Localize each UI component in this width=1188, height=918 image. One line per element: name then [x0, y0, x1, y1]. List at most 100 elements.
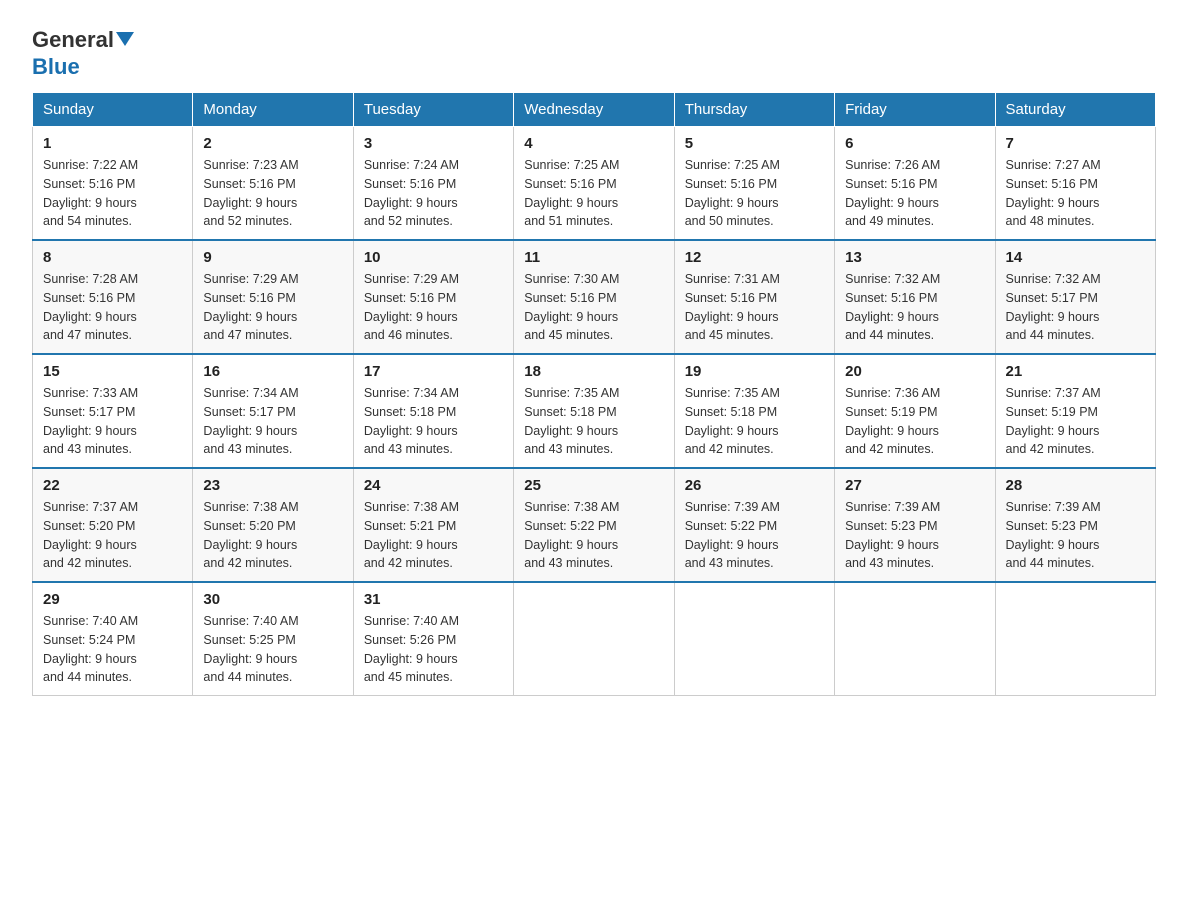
calendar-cell: 3Sunrise: 7:24 AMSunset: 5:16 PMDaylight…: [353, 127, 513, 241]
calendar-cell: 4Sunrise: 7:25 AMSunset: 5:16 PMDaylight…: [514, 127, 674, 241]
day-info: Sunrise: 7:37 AMSunset: 5:19 PMDaylight:…: [1006, 384, 1145, 459]
calendar-cell: 6 Sunrise: 7:26 AMSunset: 5:16 PMDaylight…: [835, 127, 995, 241]
day-number: 18: [524, 363, 663, 380]
day-number: 14: [1006, 249, 1145, 266]
day-info: Sunrise: 7:34 AMSunset: 5:17 PMDaylight:…: [203, 384, 342, 459]
calendar-cell: 24Sunrise: 7:38 AMSunset: 5:21 PMDayligh…: [353, 468, 513, 582]
day-number: 5: [685, 135, 824, 152]
day-number: 16: [203, 363, 342, 380]
day-info: Sunrise: 7:29 AMSunset: 5:16 PMDaylight:…: [203, 270, 342, 345]
calendar-cell: 29Sunrise: 7:40 AMSunset: 5:24 PMDayligh…: [33, 582, 193, 696]
calendar-cell: 12Sunrise: 7:31 AMSunset: 5:16 PMDayligh…: [674, 240, 834, 354]
day-info: Sunrise: 7:40 AMSunset: 5:26 PMDaylight:…: [364, 612, 503, 687]
day-info: Sunrise: 7:22 AMSunset: 5:16 PMDaylight:…: [43, 156, 182, 231]
calendar-cell: 16 Sunrise: 7:34 AMSunset: 5:17 PMDayligh…: [193, 354, 353, 468]
logo-text: General: [32, 28, 134, 52]
calendar-cell: 15Sunrise: 7:33 AMSunset: 5:17 PMDayligh…: [33, 354, 193, 468]
day-info: Sunrise: 7:26 AMSunset: 5:16 PMDaylight:…: [845, 156, 984, 231]
day-number: 23: [203, 477, 342, 494]
calendar-cell: [835, 582, 995, 696]
header-tuesday: Tuesday: [353, 93, 513, 127]
day-info: Sunrise: 7:40 AMSunset: 5:25 PMDaylight:…: [203, 612, 342, 687]
header-friday: Friday: [835, 93, 995, 127]
calendar-cell: 10 Sunrise: 7:29 AMSunset: 5:16 PMDayligh…: [353, 240, 513, 354]
day-number: 30: [203, 591, 342, 608]
header-monday: Monday: [193, 93, 353, 127]
day-number: 24: [364, 477, 503, 494]
day-info: Sunrise: 7:39 AMSunset: 5:23 PMDaylight:…: [1006, 498, 1145, 573]
day-info: Sunrise: 7:23 AMSunset: 5:16 PMDaylight:…: [203, 156, 342, 231]
calendar-cell: 31 Sunrise: 7:40 AMSunset: 5:26 PMDayligh…: [353, 582, 513, 696]
header-saturday: Saturday: [995, 93, 1155, 127]
calendar-week-row: 29Sunrise: 7:40 AMSunset: 5:24 PMDayligh…: [33, 582, 1156, 696]
day-info: Sunrise: 7:40 AMSunset: 5:24 PMDaylight:…: [43, 612, 182, 687]
logo-triangle-icon: [116, 32, 134, 46]
day-info: Sunrise: 7:28 AMSunset: 5:16 PMDaylight:…: [43, 270, 182, 345]
day-info: Sunrise: 7:35 AMSunset: 5:18 PMDaylight:…: [524, 384, 663, 459]
day-number: 20: [845, 363, 984, 380]
day-number: 21: [1006, 363, 1145, 380]
day-number: 4: [524, 135, 663, 152]
day-number: 6: [845, 135, 984, 152]
calendar-cell: 20 Sunrise: 7:36 AMSunset: 5:19 PMDayligh…: [835, 354, 995, 468]
calendar-table: SundayMondayTuesdayWednesdayThursdayFrid…: [32, 92, 1156, 696]
page-header: General Blue: [32, 24, 1156, 80]
day-info: Sunrise: 7:24 AMSunset: 5:16 PMDaylight:…: [364, 156, 503, 231]
day-number: 9: [203, 249, 342, 266]
day-info: Sunrise: 7:34 AMSunset: 5:18 PMDaylight:…: [364, 384, 503, 459]
calendar-cell: 22 Sunrise: 7:37 AMSunset: 5:20 PMDayligh…: [33, 468, 193, 582]
day-info: Sunrise: 7:29 AMSunset: 5:16 PMDaylight:…: [364, 270, 503, 345]
logo-blue: Blue: [32, 54, 80, 80]
calendar-header-row: SundayMondayTuesdayWednesdayThursdayFrid…: [33, 93, 1156, 127]
day-info: Sunrise: 7:37 AMSunset: 5:20 PMDaylight:…: [43, 498, 182, 573]
calendar-cell: 5 Sunrise: 7:25 AMSunset: 5:16 PMDaylight…: [674, 127, 834, 241]
day-number: 15: [43, 363, 182, 380]
day-info: Sunrise: 7:38 AMSunset: 5:20 PMDaylight:…: [203, 498, 342, 573]
day-info: Sunrise: 7:39 AMSunset: 5:23 PMDaylight:…: [845, 498, 984, 573]
calendar-cell: 30 Sunrise: 7:40 AMSunset: 5:25 PMDayligh…: [193, 582, 353, 696]
day-number: 26: [685, 477, 824, 494]
calendar-cell: 18 Sunrise: 7:35 AMSunset: 5:18 PMDayligh…: [514, 354, 674, 468]
day-info: Sunrise: 7:36 AMSunset: 5:19 PMDaylight:…: [845, 384, 984, 459]
day-info: Sunrise: 7:32 AMSunset: 5:17 PMDaylight:…: [1006, 270, 1145, 345]
calendar-cell: 11 Sunrise: 7:30 AMSunset: 5:16 PMDayligh…: [514, 240, 674, 354]
calendar-cell: 21 Sunrise: 7:37 AMSunset: 5:19 PMDayligh…: [995, 354, 1155, 468]
header-wednesday: Wednesday: [514, 93, 674, 127]
calendar-cell: 2 Sunrise: 7:23 AMSunset: 5:16 PMDaylight…: [193, 127, 353, 241]
day-number: 2: [203, 135, 342, 152]
day-number: 1: [43, 135, 182, 152]
day-number: 13: [845, 249, 984, 266]
day-number: 28: [1006, 477, 1145, 494]
calendar-cell: 19Sunrise: 7:35 AMSunset: 5:18 PMDayligh…: [674, 354, 834, 468]
day-info: Sunrise: 7:31 AMSunset: 5:16 PMDaylight:…: [685, 270, 824, 345]
day-number: 31: [364, 591, 503, 608]
day-number: 17: [364, 363, 503, 380]
calendar-cell: 7 Sunrise: 7:27 AMSunset: 5:16 PMDaylight…: [995, 127, 1155, 241]
day-number: 11: [524, 249, 663, 266]
day-number: 27: [845, 477, 984, 494]
day-info: Sunrise: 7:30 AMSunset: 5:16 PMDaylight:…: [524, 270, 663, 345]
day-info: Sunrise: 7:27 AMSunset: 5:16 PMDaylight:…: [1006, 156, 1145, 231]
calendar-week-row: 8Sunrise: 7:28 AMSunset: 5:16 PMDaylight…: [33, 240, 1156, 354]
header-sunday: Sunday: [33, 93, 193, 127]
calendar-cell: 14 Sunrise: 7:32 AMSunset: 5:17 PMDayligh…: [995, 240, 1155, 354]
calendar-cell: 27 Sunrise: 7:39 AMSunset: 5:23 PMDayligh…: [835, 468, 995, 582]
day-number: 10: [364, 249, 503, 266]
day-number: 22: [43, 477, 182, 494]
calendar-week-row: 22 Sunrise: 7:37 AMSunset: 5:20 PMDayligh…: [33, 468, 1156, 582]
day-number: 25: [524, 477, 663, 494]
day-info: Sunrise: 7:32 AMSunset: 5:16 PMDaylight:…: [845, 270, 984, 345]
calendar-cell: 28 Sunrise: 7:39 AMSunset: 5:23 PMDayligh…: [995, 468, 1155, 582]
calendar-cell: 23 Sunrise: 7:38 AMSunset: 5:20 PMDayligh…: [193, 468, 353, 582]
header-thursday: Thursday: [674, 93, 834, 127]
day-number: 7: [1006, 135, 1145, 152]
logo: General Blue: [32, 24, 134, 80]
calendar-cell: 9 Sunrise: 7:29 AMSunset: 5:16 PMDaylight…: [193, 240, 353, 354]
calendar-cell: [995, 582, 1155, 696]
calendar-cell: 13 Sunrise: 7:32 AMSunset: 5:16 PMDayligh…: [835, 240, 995, 354]
day-info: Sunrise: 7:25 AMSunset: 5:16 PMDaylight:…: [685, 156, 824, 231]
calendar-cell: 26Sunrise: 7:39 AMSunset: 5:22 PMDayligh…: [674, 468, 834, 582]
calendar-cell: 25Sunrise: 7:38 AMSunset: 5:22 PMDayligh…: [514, 468, 674, 582]
calendar-cell: [674, 582, 834, 696]
day-number: 19: [685, 363, 824, 380]
